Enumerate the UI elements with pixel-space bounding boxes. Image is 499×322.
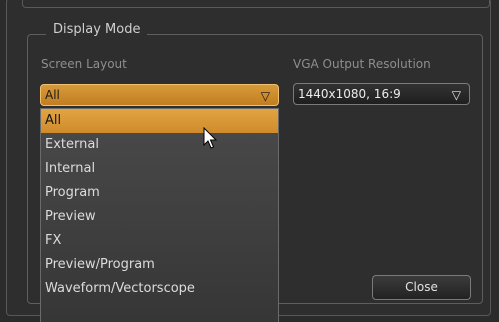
vga-output-label: VGA Output Resolution <box>293 57 431 71</box>
close-button[interactable]: Close <box>372 275 471 300</box>
dropdown-option-preview[interactable]: Preview <box>41 205 278 229</box>
upper-panel-edge <box>22 0 490 8</box>
screen-layout-label: Screen Layout <box>41 57 127 71</box>
dropdown-option-all[interactable]: All <box>41 109 278 133</box>
dropdown-option-program[interactable]: Program <box>41 181 278 205</box>
screen-layout-dropdown: All External Internal Program Preview FX… <box>40 108 279 322</box>
dropdown-option-fx[interactable]: FX <box>41 229 278 253</box>
screen-layout-select[interactable]: All ▽ <box>40 84 279 106</box>
screen-layout-value: All <box>45 88 60 102</box>
vga-resolution-select[interactable]: 1440x1080, 16:9 ▽ <box>293 83 470 105</box>
dropdown-option-external[interactable]: External <box>41 133 278 157</box>
dropdown-arrow-icon: ▽ <box>260 89 270 103</box>
dropdown-option-preview-program[interactable]: Preview/Program <box>41 253 278 277</box>
display-mode-title: Display Mode <box>46 21 148 39</box>
dropdown-option-internal[interactable]: Internal <box>41 157 278 181</box>
mouse-pointer-icon <box>203 127 218 149</box>
dropdown-arrow-icon: ▽ <box>451 88 461 102</box>
dropdown-option-waveform-vectorscope[interactable]: Waveform/Vectorscope <box>41 277 278 301</box>
vga-resolution-value: 1440x1080, 16:9 <box>298 87 401 101</box>
